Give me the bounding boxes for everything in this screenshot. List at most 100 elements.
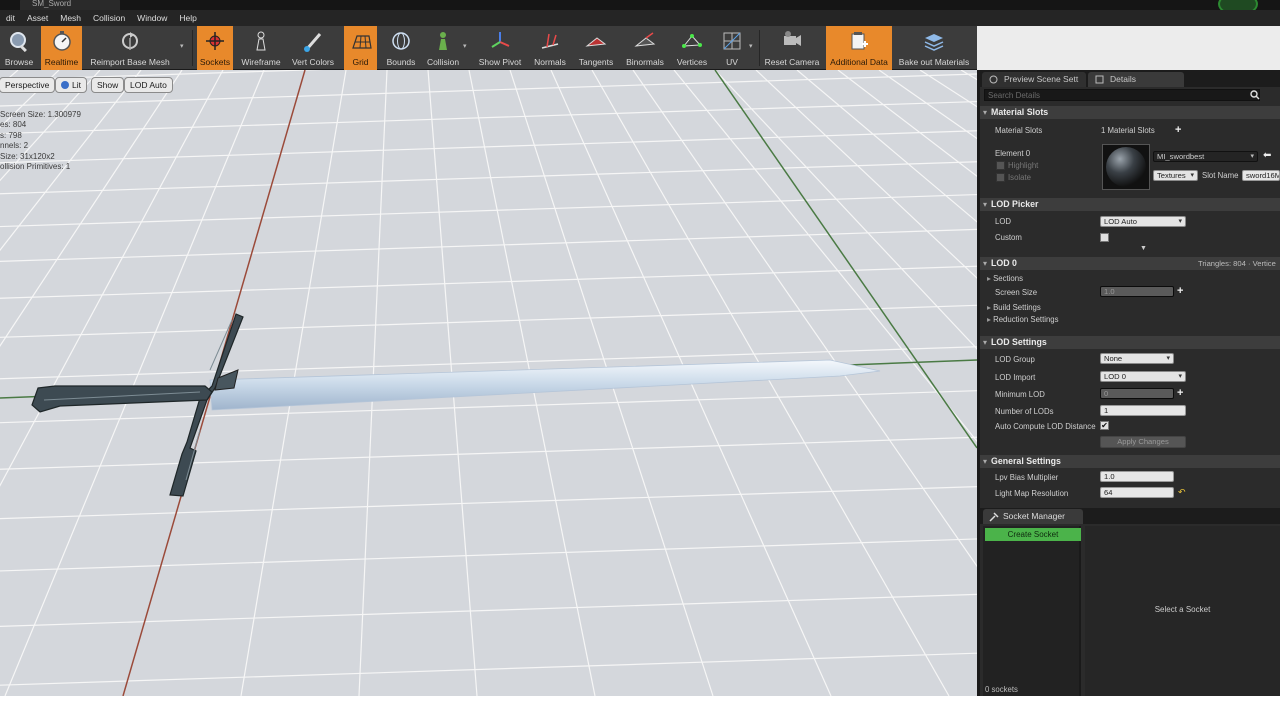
sections-row[interactable]: Sections [987, 274, 1023, 283]
pivot-axes-icon [488, 29, 512, 53]
highlight-label: Highlight [1008, 161, 1039, 170]
binormals-button[interactable]: Binormals [623, 26, 667, 70]
section-material-slots[interactable]: Material Slots [980, 106, 1280, 119]
add-material-slot-icon[interactable]: + [1175, 125, 1181, 136]
apply-changes-button[interactable]: Apply Changes [1100, 436, 1186, 448]
auto-compute-lod-checkbox[interactable]: ✔ [1100, 421, 1109, 430]
uv-dropdown-icon[interactable]: ▾ [749, 42, 753, 50]
sockets-button[interactable]: Sockets [197, 26, 233, 70]
material-thumbnail[interactable] [1102, 144, 1150, 190]
collision-pawn-icon [431, 29, 455, 53]
socket-manager-panel: Socket Manager Create Socket 0 sockets S… [977, 508, 1280, 696]
collision-dropdown-icon[interactable]: ▾ [463, 42, 467, 50]
normals-button[interactable]: Normals [531, 26, 569, 70]
tangents-button[interactable]: Tangents [575, 26, 617, 70]
lpv-bias-multiplier-field[interactable]: 1.0 [1100, 471, 1174, 482]
search-details-input[interactable]: Search Details [984, 89, 1260, 101]
section-lod-picker[interactable]: LOD Picker [980, 198, 1280, 211]
number-of-lods-field[interactable]: 1 [1100, 405, 1186, 416]
sockets-icon [203, 29, 227, 53]
vert-colors-button[interactable]: Vert Colors [289, 26, 337, 70]
auto-compute-lod-label: Auto Compute LOD Distance [995, 422, 1096, 431]
light-map-resolution-label: Light Map Resolution [995, 489, 1069, 498]
lod-import-select[interactable]: LOD 0 [1100, 371, 1186, 382]
menu-help[interactable]: Help [173, 10, 202, 26]
reset-to-default-icon[interactable]: ↶ [1178, 487, 1186, 498]
details-icon [1095, 75, 1104, 84]
material-select[interactable]: MI_swordbest [1153, 151, 1258, 162]
reset-camera-button[interactable]: Reset Camera [764, 26, 820, 70]
uv-button[interactable]: UV [716, 26, 748, 70]
lod-group-select[interactable]: None [1100, 353, 1174, 364]
add-screen-size-icon[interactable]: + [1177, 286, 1183, 297]
lit-button[interactable]: Lit [55, 77, 87, 93]
lpv-bias-multiplier-label: Lpv Bias Multiplier [995, 473, 1059, 482]
slot-name-field[interactable]: sword16M [1242, 170, 1280, 181]
use-selected-arrow-icon[interactable]: ⬅ [1263, 150, 1271, 161]
normals-icon [538, 29, 562, 53]
static-mesh-editor: SM_Sword dit Asset Mesh Collision Window… [0, 0, 1280, 720]
build-settings-row[interactable]: Build Settings [987, 303, 1041, 312]
lod-import-label: LOD Import [995, 373, 1036, 382]
grid-icon [349, 29, 373, 53]
screen-size-field[interactable]: 1.0 [1100, 286, 1174, 297]
create-socket-button[interactable]: Create Socket [985, 528, 1081, 541]
additional-data-icon [847, 29, 871, 53]
slot-name-label: Slot Name [1202, 171, 1239, 180]
collision-button[interactable]: Collision [424, 26, 462, 70]
minimum-lod-field[interactable]: 0 [1100, 388, 1174, 399]
expand-arrow-icon[interactable]: ▼ [1140, 245, 1147, 252]
additional-data-button[interactable]: Additional Data [826, 26, 892, 70]
tangents-icon [584, 29, 608, 53]
custom-checkbox[interactable] [1100, 233, 1109, 242]
menu-edit[interactable]: dit [0, 10, 21, 26]
reduction-settings-row[interactable]: Reduction Settings [987, 315, 1058, 324]
show-pivot-button[interactable]: Show Pivot [476, 26, 524, 70]
lod-auto-button[interactable]: LOD Auto [124, 77, 173, 93]
number-of-lods-label: Number of LODs [995, 407, 1054, 416]
magnifier-icon [7, 29, 31, 53]
asset-tab[interactable]: SM_Sword [20, 0, 120, 10]
lod-group-label: LOD Group [995, 355, 1035, 364]
browse-button[interactable]: Browse [2, 26, 36, 70]
paintbrush-icon [301, 29, 325, 53]
perspective-button[interactable]: Perspective [0, 77, 56, 93]
socket-count: 0 sockets [985, 685, 1018, 694]
bake-out-materials-button[interactable]: Bake out Materials [896, 26, 972, 70]
textures-dropdown[interactable]: Textures [1153, 170, 1198, 181]
element-0-label: Element 0 [995, 149, 1031, 158]
lod0-stats: Triangles: 804 · Vertice [1198, 259, 1276, 268]
toolbar-empty-area [977, 26, 1280, 70]
wireframe-button[interactable]: Wireframe [240, 26, 282, 70]
uv-grid-icon [720, 29, 744, 53]
material-slots-count: 1 Material Slots [1101, 126, 1155, 135]
tab-details[interactable]: Details [1088, 72, 1184, 87]
scene-settings-icon [989, 75, 998, 84]
material-slots-label: Material Slots [995, 126, 1043, 135]
socket-list[interactable]: Create Socket 0 sockets [983, 526, 1081, 696]
tab-socket-manager[interactable]: Socket Manager [983, 509, 1083, 524]
menu-mesh[interactable]: Mesh [54, 10, 87, 26]
viewport-stats: Screen Size: 1.300979 es: 804 s: 798 nne… [0, 110, 81, 172]
section-lod-settings[interactable]: LOD Settings [980, 336, 1280, 349]
bounds-button[interactable]: Bounds [382, 26, 420, 70]
isolate-checkbox[interactable] [996, 173, 1005, 182]
lod-picker-select[interactable]: LOD Auto [1100, 216, 1186, 227]
reimport-icon [118, 29, 142, 53]
select-socket-message: Select a Socket [1154, 605, 1211, 614]
vertices-button[interactable]: Vertices [673, 26, 711, 70]
menu-collision[interactable]: Collision [87, 10, 131, 26]
viewport[interactable]: Perspective Lit Show LOD Auto Screen Siz… [0, 70, 977, 696]
menu-window[interactable]: Window [131, 10, 173, 26]
show-button[interactable]: Show [91, 77, 125, 93]
light-map-resolution-field[interactable]: 64 [1100, 487, 1174, 498]
add-minimum-lod-icon[interactable]: + [1177, 388, 1183, 399]
highlight-checkbox[interactable] [996, 161, 1005, 170]
tab-preview-scene-settings[interactable]: Preview Scene Sett [982, 72, 1086, 87]
reimport-base-mesh-button[interactable]: Reimport Base Mesh [88, 26, 172, 70]
menu-asset[interactable]: Asset [21, 10, 54, 26]
grid-button[interactable]: Grid [344, 26, 377, 70]
section-general-settings[interactable]: General Settings [980, 455, 1280, 468]
realtime-button[interactable]: Realtime [41, 26, 82, 70]
reimport-dropdown-icon[interactable]: ▾ [180, 42, 184, 50]
